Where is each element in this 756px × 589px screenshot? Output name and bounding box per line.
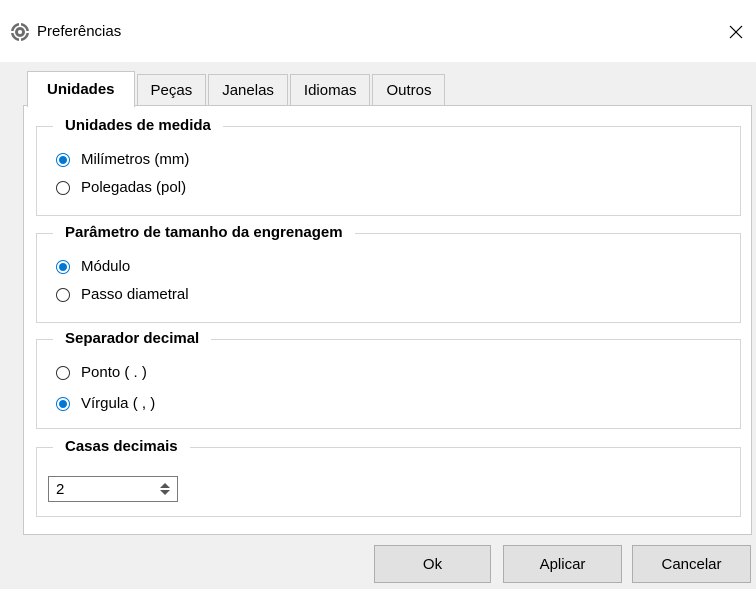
radio-indicator[interactable] xyxy=(56,181,70,195)
title-bar: Preferências xyxy=(0,0,756,62)
group-decimal-places-title: Casas decimais xyxy=(53,437,190,457)
close-icon xyxy=(729,25,743,39)
radio-module[interactable]: Módulo xyxy=(56,257,130,277)
tab-pecas[interactable]: Peças xyxy=(136,74,207,106)
group-units-title: Unidades de medida xyxy=(53,116,223,136)
radio-inches[interactable]: Polegadas (pol) xyxy=(56,178,186,198)
radio-indicator[interactable] xyxy=(56,153,70,167)
radio-indicator[interactable] xyxy=(56,366,70,380)
close-button[interactable] xyxy=(716,14,756,50)
radio-diametral-pitch[interactable]: Passo diametral xyxy=(56,285,189,305)
spin-down-icon[interactable] xyxy=(160,490,170,495)
group-decimal-separator-title: Separador decimal xyxy=(53,329,212,349)
window-title: Preferências xyxy=(37,23,122,40)
tab-panel-unidades: Unidades de medida Milímetros (mm) Poleg… xyxy=(23,105,752,535)
ok-button[interactable]: Ok xyxy=(374,545,491,583)
group-decimal-separator: Separador decimal Ponto ( . ) Vírgula ( … xyxy=(36,329,741,429)
radio-point[interactable]: Ponto ( . ) xyxy=(56,363,147,383)
apply-button[interactable]: Aplicar xyxy=(503,545,622,583)
tab-unidades[interactable]: Unidades xyxy=(27,71,135,107)
group-units: Unidades de medida Milímetros (mm) Poleg… xyxy=(36,116,741,216)
gear-app-icon xyxy=(11,23,29,41)
spin-up-icon[interactable] xyxy=(160,483,170,488)
tab-idiomas[interactable]: Idiomas xyxy=(289,74,371,106)
radio-label: Passo diametral xyxy=(81,286,189,303)
radio-label: Vírgula ( , ) xyxy=(81,395,156,412)
tab-outros[interactable]: Outros xyxy=(372,74,446,106)
radio-millimeters[interactable]: Milímetros (mm) xyxy=(56,150,189,170)
radio-indicator[interactable] xyxy=(56,260,70,274)
cancel-button[interactable]: Cancelar xyxy=(632,545,751,583)
decimal-places-spinbox[interactable]: 2 xyxy=(48,476,178,502)
radio-label: Polegadas (pol) xyxy=(81,179,187,196)
tab-janelas[interactable]: Janelas xyxy=(208,74,288,106)
radio-indicator[interactable] xyxy=(56,397,70,411)
radio-label: Ponto ( . ) xyxy=(81,364,147,381)
spin-arrows[interactable] xyxy=(153,477,177,501)
dialog-client-area: Unidades Peças Janelas Idiomas Outros Un… xyxy=(0,62,756,589)
group-gear-size: Parâmetro de tamanho da engrenagem Módul… xyxy=(36,223,741,323)
group-gear-size-title: Parâmetro de tamanho da engrenagem xyxy=(53,223,355,243)
radio-label: Milímetros (mm) xyxy=(81,151,190,168)
radio-label: Módulo xyxy=(81,258,131,275)
tab-bar: Unidades Peças Janelas Idiomas Outros xyxy=(27,70,447,107)
decimal-places-value[interactable]: 2 xyxy=(49,481,153,498)
radio-comma[interactable]: Vírgula ( , ) xyxy=(56,394,155,414)
group-decimal-places: Casas decimais 2 xyxy=(36,437,741,517)
radio-indicator[interactable] xyxy=(56,288,70,302)
